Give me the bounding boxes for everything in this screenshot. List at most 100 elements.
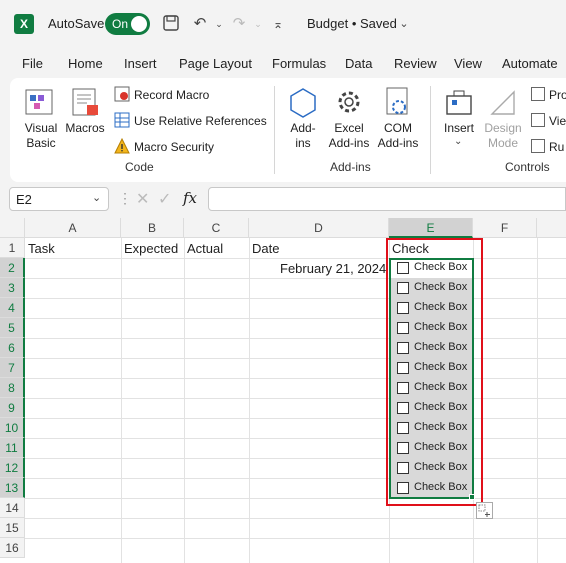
row-header[interactable]: 6 xyxy=(0,338,25,358)
row-header[interactable]: 1 xyxy=(0,238,25,258)
chevron-down-icon[interactable]: ⌄ xyxy=(394,14,414,34)
name-box[interactable]: E2 ⌄ xyxy=(9,187,109,211)
autosave-toggle[interactable]: On xyxy=(105,13,150,35)
chevron-down-icon[interactable]: ⌄ xyxy=(92,191,101,204)
excel-add-ins-button[interactable]: Excel Add-ins xyxy=(325,121,373,151)
excel-logo-icon: X xyxy=(14,14,34,34)
gridline xyxy=(25,498,566,499)
record-macro-icon xyxy=(114,86,130,102)
cell-task-header[interactable]: Task xyxy=(28,241,55,256)
tab-file[interactable]: File xyxy=(22,56,43,71)
gridline xyxy=(25,378,566,379)
gridline xyxy=(25,538,566,539)
properties-icon xyxy=(531,87,545,101)
document-title[interactable]: Budget • Saved xyxy=(307,16,397,31)
ribbon-divider xyxy=(430,86,431,174)
tab-view[interactable]: View xyxy=(454,56,482,71)
gridline xyxy=(25,358,566,359)
row-header[interactable]: 14 xyxy=(0,498,25,518)
column-header-g[interactable] xyxy=(537,218,566,238)
com-add-ins-button[interactable]: COM Add-ins xyxy=(374,121,422,151)
tab-formulas[interactable]: Formulas xyxy=(272,56,326,71)
macros-button[interactable]: Macros xyxy=(62,121,108,136)
add-ins-group-label: Add-ins xyxy=(330,160,371,174)
row-header[interactable]: 12 xyxy=(0,458,25,478)
row-header[interactable]: 9 xyxy=(0,398,25,418)
gridline xyxy=(25,298,566,299)
quick-analysis-icon[interactable] xyxy=(476,502,493,519)
gridline xyxy=(121,238,122,563)
select-all-corner[interactable] xyxy=(0,218,25,238)
gridline xyxy=(25,398,566,399)
tab-page-layout[interactable]: Page Layout xyxy=(179,56,252,71)
insert-controls-button[interactable]: Insert xyxy=(439,121,479,136)
save-icon[interactable] xyxy=(161,14,181,34)
add-ins-icon xyxy=(288,86,318,118)
visual-basic-button[interactable]: Visual Basic xyxy=(18,121,64,151)
column-header-f[interactable]: F xyxy=(473,218,537,238)
name-box-value: E2 xyxy=(16,192,32,207)
more-options-icon[interactable]: ⋮ xyxy=(118,190,132,207)
gridline xyxy=(25,418,566,419)
redo-dropdown-icon[interactable]: ⌄ xyxy=(248,14,268,34)
tab-data[interactable]: Data xyxy=(345,56,372,71)
run-dialog-icon xyxy=(531,139,545,153)
column-header-c[interactable]: C xyxy=(184,218,249,238)
row-header[interactable]: 4 xyxy=(0,298,25,318)
gridline xyxy=(25,318,566,319)
tab-review[interactable]: Review xyxy=(394,56,437,71)
enter-icon[interactable]: ✓ xyxy=(158,189,171,209)
gridline xyxy=(537,238,538,563)
highlight-box xyxy=(386,238,483,506)
column-header-b[interactable]: B xyxy=(121,218,184,238)
tab-insert[interactable]: Insert xyxy=(124,56,157,71)
properties-button[interactable]: Pro xyxy=(549,88,566,102)
row-header[interactable]: 7 xyxy=(0,358,25,378)
row-header[interactable]: 10 xyxy=(0,418,25,438)
design-mode-button[interactable]: Design Mode xyxy=(480,121,526,151)
autosave-label: AutoSave xyxy=(48,16,105,31)
row-header[interactable]: 11 xyxy=(0,438,25,458)
gridline xyxy=(184,238,185,563)
redo-icon[interactable]: ↷ xyxy=(229,14,249,34)
row-header[interactable]: 2 xyxy=(0,258,25,278)
cell-actual-header[interactable]: Actual xyxy=(187,241,223,256)
relative-references-icon xyxy=(114,112,130,128)
row-header[interactable]: 3 xyxy=(0,278,25,298)
row-header[interactable]: 8 xyxy=(0,378,25,398)
add-ins-button[interactable]: Add- ins xyxy=(283,121,323,151)
column-header-d[interactable]: D xyxy=(249,218,389,238)
row-header[interactable]: 16 xyxy=(0,538,25,558)
gridline xyxy=(25,458,566,459)
macro-security-button[interactable]: Macro Security xyxy=(134,140,214,154)
visual-basic-icon xyxy=(23,86,57,118)
gridline xyxy=(249,238,250,563)
cell-expected-header[interactable]: Expected xyxy=(124,241,178,256)
record-macro-button[interactable]: Record Macro xyxy=(134,88,209,102)
cancel-icon[interactable]: ✕ xyxy=(136,189,149,209)
toggle-knob xyxy=(131,16,147,32)
tab-home[interactable]: Home xyxy=(68,56,103,71)
tab-automate[interactable]: Automate xyxy=(502,56,558,71)
cell-date-header[interactable]: Date xyxy=(252,241,279,256)
run-dialog-button[interactable]: Ru xyxy=(549,140,564,154)
row-header[interactable]: 13 xyxy=(0,478,25,498)
insert-function-icon[interactable]: fx xyxy=(183,189,197,207)
column-header-a[interactable]: A xyxy=(25,218,121,238)
relative-references-button[interactable]: Use Relative References xyxy=(134,114,267,128)
cell-date-value[interactable]: February 21, 2024 xyxy=(280,261,386,276)
macros-icon xyxy=(70,86,102,118)
com-add-ins-icon xyxy=(384,86,412,118)
chevron-down-icon[interactable]: ⌄ xyxy=(454,136,462,147)
row-header[interactable]: 5 xyxy=(0,318,25,338)
autosave-state: On xyxy=(112,17,129,31)
gridline xyxy=(25,438,566,439)
undo-dropdown-icon[interactable]: ⌄ xyxy=(209,14,229,34)
formula-input[interactable] xyxy=(208,187,566,211)
undo-icon[interactable]: ↶ xyxy=(190,14,210,34)
view-code-button[interactable]: Vie xyxy=(549,114,566,128)
gridline xyxy=(25,258,566,259)
customize-toolbar-icon[interactable]: ⌅ xyxy=(268,14,288,34)
column-header-e[interactable]: E xyxy=(389,218,473,238)
row-header[interactable]: 15 xyxy=(0,518,25,538)
